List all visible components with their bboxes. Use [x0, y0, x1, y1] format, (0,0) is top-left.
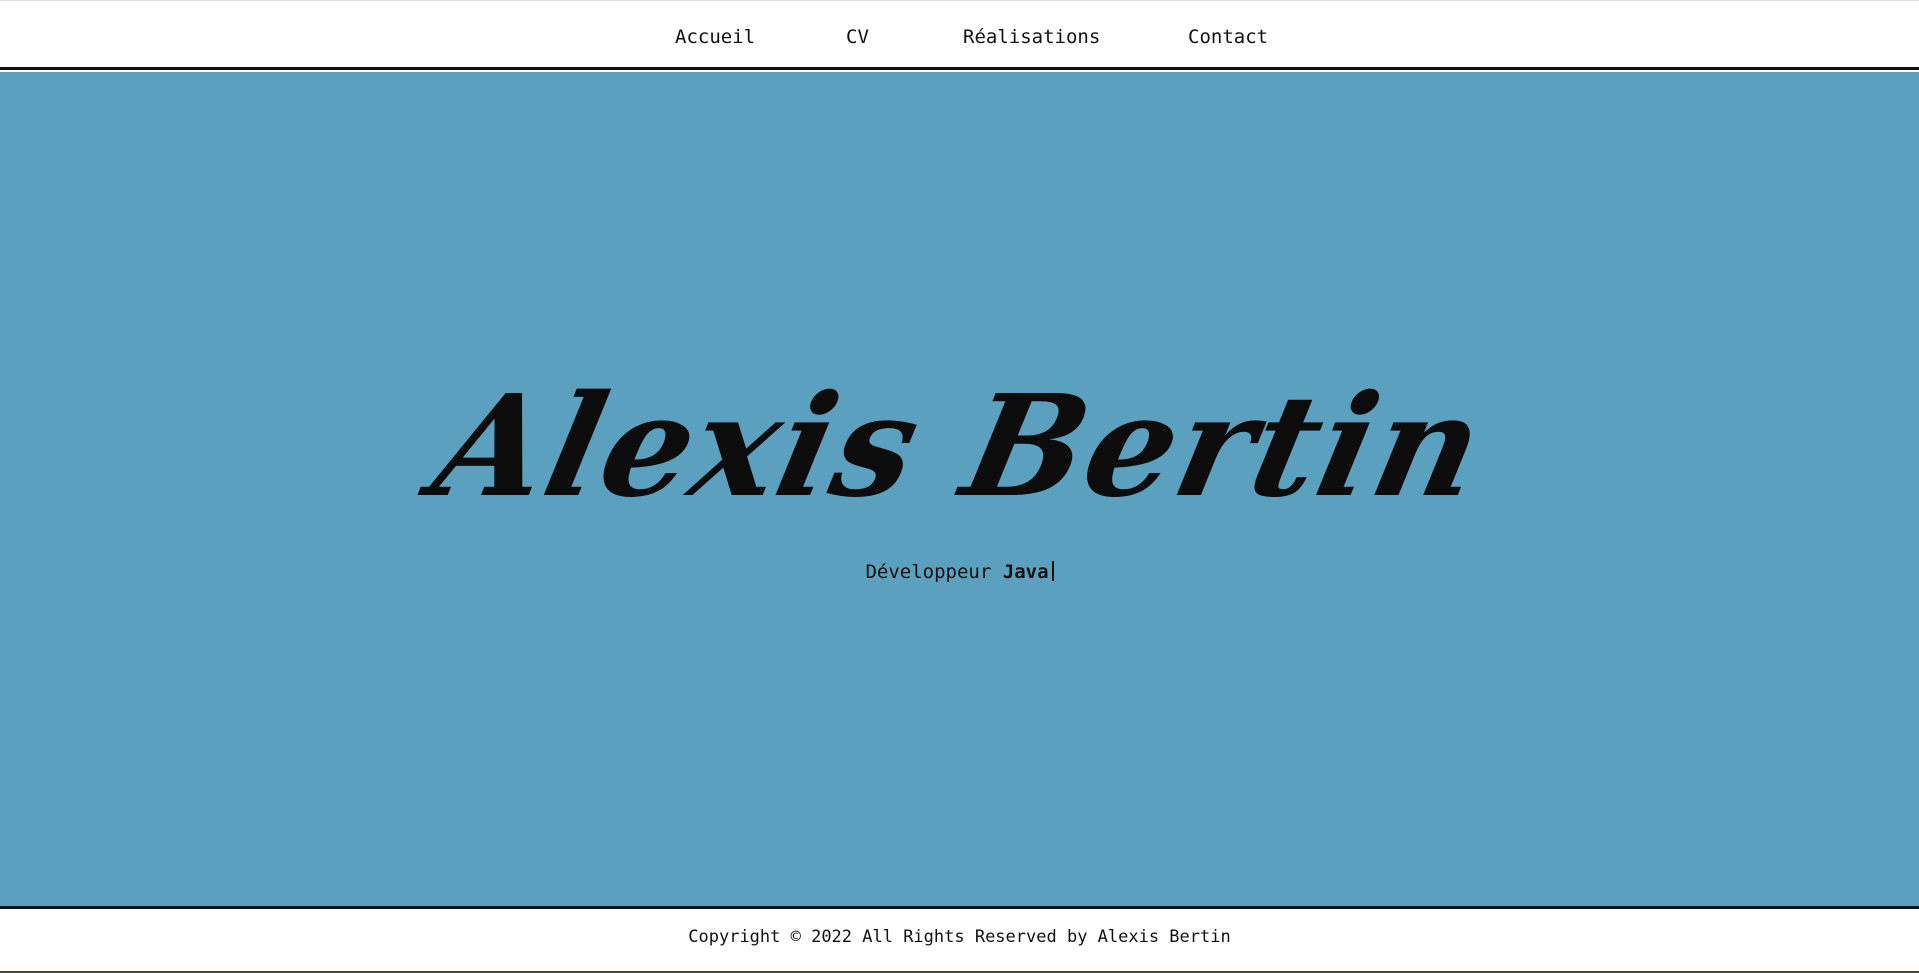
nav-link-contact[interactable]: Contact — [1188, 25, 1268, 49]
nav-link-cv[interactable]: CV — [846, 25, 869, 49]
nav-link-accueil[interactable]: Accueil — [675, 25, 755, 49]
subtitle-typed-word: Java — [1002, 561, 1049, 583]
nav-link-realisations[interactable]: Réalisations — [963, 25, 1100, 49]
hero-name-title: Alexis Bertin — [421, 365, 1498, 529]
hero-section: Alexis Bertin Développeur Java — [0, 72, 1919, 906]
typing-cursor — [1051, 561, 1054, 581]
footer-copyright: Copyright © 2022 All Rights Reserved by … — [688, 927, 1231, 947]
top-navigation-bar: Accueil CV Réalisations Contact — [0, 1, 1919, 70]
subtitle-prefix: Développeur — [865, 561, 992, 583]
hero-subtitle: Développeur Java — [0, 560, 1919, 584]
page-footer: Copyright © 2022 All Rights Reserved by … — [0, 906, 1919, 971]
